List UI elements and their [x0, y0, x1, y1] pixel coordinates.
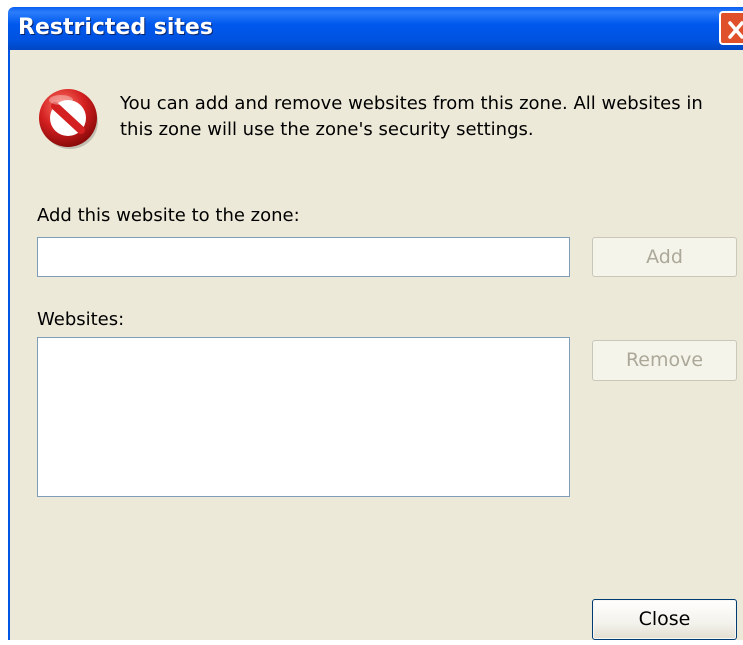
title-bar[interactable]: Restricted sites [8, 7, 743, 50]
websites-label: Websites: [37, 309, 125, 330]
zone-description: You can add and remove websites from thi… [120, 93, 703, 140]
website-url-input[interactable] [37, 237, 570, 277]
restricted-sites-dialog: Restricted sites You can add and remove … [0, 0, 743, 645]
websites-list[interactable] [37, 337, 570, 497]
window-bottom-edge [0, 640, 743, 645]
window-close-button[interactable] [719, 11, 743, 45]
remove-button[interactable]: Remove [592, 340, 737, 381]
add-website-label: Add this website to the zone: [37, 205, 300, 226]
close-button[interactable]: Close [592, 599, 737, 640]
x-icon [728, 21, 743, 39]
no-entry-icon [39, 89, 98, 149]
add-button[interactable]: Add [592, 237, 737, 277]
window-title: Restricted sites [18, 15, 213, 40]
